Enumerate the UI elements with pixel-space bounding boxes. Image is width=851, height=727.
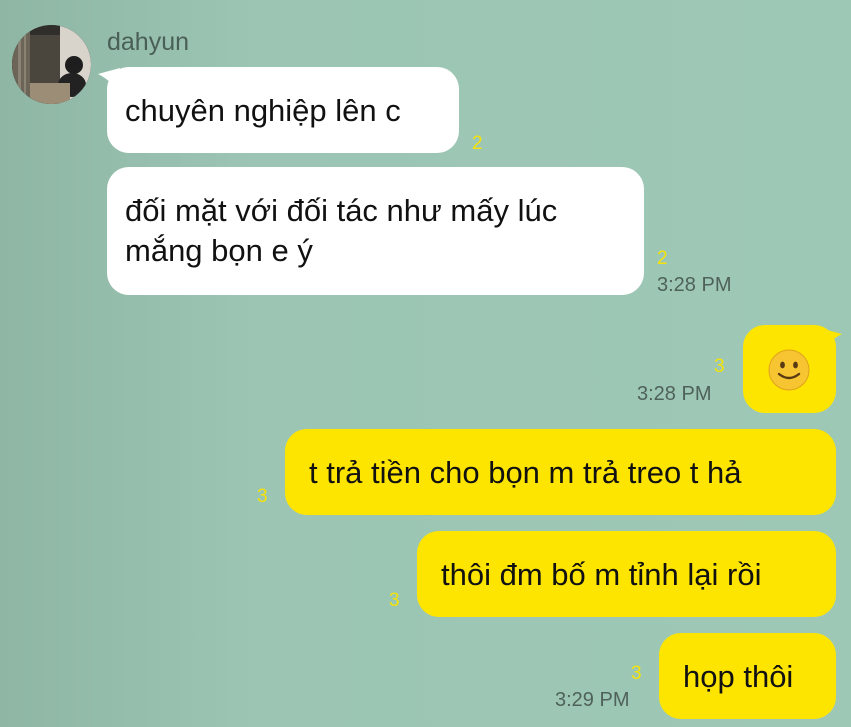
unread-count: 2 <box>657 248 668 269</box>
message-text-line: mắng bọn e ý <box>125 233 313 268</box>
avatar[interactable] <box>12 25 91 104</box>
smiling-face-icon <box>768 349 810 391</box>
message-timestamp: 3:29 PM <box>555 689 630 711</box>
message-timestamp: 3:28 PM <box>657 274 732 296</box>
unread-count: 3 <box>631 663 642 684</box>
message-text: thôi đm bố m tỉnh lại rồi <box>441 557 762 592</box>
message-text-line: đối mặt với đối tác như mấy lúc <box>125 193 558 228</box>
unread-count: 3 <box>257 486 268 507</box>
message-bubble-outgoing[interactable] <box>743 325 836 413</box>
profile-photo <box>12 25 91 104</box>
message-bubble-incoming[interactable]: chuyên nghiệp lên c <box>107 67 459 153</box>
message-bubble-outgoing[interactable]: họp thôi <box>659 633 836 719</box>
message-text: t trả tiền cho bọn m trả treo t hả <box>309 455 742 490</box>
message-text: chuyên nghiệp lên c <box>125 93 401 128</box>
unread-count: 3 <box>714 356 725 377</box>
message-text: họp thôi <box>683 659 794 694</box>
message-bubble-outgoing[interactable]: thôi đm bố m tỉnh lại rồi <box>417 531 836 617</box>
sender-name: dahyun <box>107 28 190 56</box>
unread-count: 2 <box>472 133 483 154</box>
message-timestamp: 3:28 PM <box>637 383 712 405</box>
message-bubble-incoming[interactable]: đối mặt với đối tác như mấy lúc mắng bọn… <box>107 167 644 295</box>
message-bubble-outgoing[interactable]: t trả tiền cho bọn m trả treo t hả <box>285 429 836 515</box>
unread-count: 3 <box>389 590 400 611</box>
